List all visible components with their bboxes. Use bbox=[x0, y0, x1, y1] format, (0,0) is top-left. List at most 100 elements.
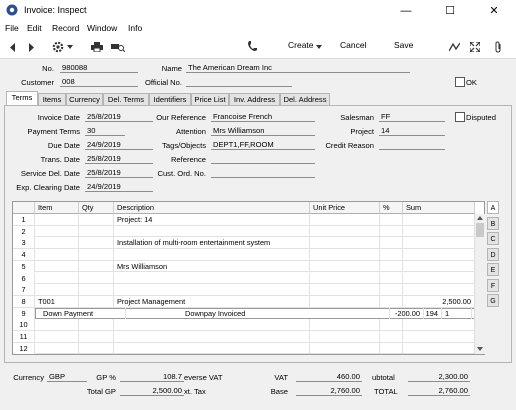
downpay-invoice-no-cell[interactable]: 194 bbox=[424, 307, 442, 319]
table-row[interactable]: 2 bbox=[13, 225, 475, 238]
table-row[interactable]: 4 bbox=[13, 249, 475, 261]
scroll-up-icon[interactable] bbox=[477, 216, 483, 220]
qty-cell[interactable] bbox=[79, 237, 114, 249]
unit-price-cell[interactable] bbox=[310, 214, 380, 225]
description-cell[interactable] bbox=[114, 272, 310, 284]
item-cell[interactable] bbox=[35, 284, 79, 296]
downpay-invoiced-cell[interactable]: Downpay Invoiced bbox=[182, 307, 390, 319]
minimize-button[interactable]: — bbox=[384, 0, 428, 22]
sum-cell[interactable] bbox=[403, 225, 475, 237]
description-cell[interactable]: Mrs Williamson bbox=[114, 260, 310, 272]
cust-ord-no-field[interactable] bbox=[211, 168, 315, 178]
down-payment-row[interactable]: Down Payment Downpay Invoiced -200.00 194 1 bbox=[35, 307, 475, 319]
tab-price-list[interactable]: Price List bbox=[191, 93, 229, 105]
unit-price-cell[interactable] bbox=[310, 249, 380, 261]
currency-field[interactable]: GBP bbox=[47, 372, 87, 382]
invoice-date-field[interactable]: 25/8/2019 bbox=[85, 112, 153, 122]
sum-cell[interactable] bbox=[403, 214, 475, 225]
qty-cell[interactable] bbox=[79, 342, 114, 354]
table-row[interactable]: 10 bbox=[13, 319, 475, 331]
qty-cell[interactable] bbox=[79, 249, 114, 261]
description-cell[interactable]: Project Management bbox=[114, 295, 310, 307]
grid-scrollbar[interactable] bbox=[474, 214, 485, 354]
menu-file[interactable]: File bbox=[5, 23, 19, 33]
scroll-down-icon[interactable] bbox=[477, 347, 483, 351]
qty-cell[interactable] bbox=[79, 214, 114, 225]
qty-column-header[interactable]: Qty bbox=[79, 202, 114, 214]
menu-window[interactable]: Window bbox=[87, 23, 117, 33]
table-row[interactable]: 11 bbox=[13, 331, 475, 343]
item-cell[interactable] bbox=[35, 342, 79, 354]
salesman-field[interactable]: FF bbox=[379, 112, 445, 122]
due-date-field[interactable]: 24/9/2019 bbox=[85, 140, 153, 150]
sum-cell[interactable] bbox=[403, 237, 475, 249]
tab-identifiers[interactable]: Identifiers bbox=[149, 93, 191, 105]
tab-items[interactable]: Items bbox=[38, 93, 66, 105]
previous-record-icon[interactable] bbox=[9, 43, 17, 52]
table-row[interactable]: 12 bbox=[13, 342, 475, 354]
description-column-header[interactable]: Description bbox=[114, 202, 310, 214]
sum-cell[interactable] bbox=[403, 284, 475, 296]
sum-column-header[interactable]: Sum bbox=[403, 202, 475, 214]
tab-terms[interactable]: Terms bbox=[6, 91, 38, 106]
qty-cell[interactable] bbox=[79, 284, 114, 296]
project-field[interactable]: 14 bbox=[379, 126, 445, 136]
item-cell[interactable]: T001 bbox=[35, 295, 79, 307]
print-preview-icon[interactable] bbox=[111, 42, 125, 52]
percent-cell[interactable] bbox=[380, 225, 403, 237]
table-row[interactable]: 3 Installation of multi-room entertainmen… bbox=[13, 237, 475, 250]
percent-cell[interactable] bbox=[380, 249, 403, 261]
description-cell[interactable]: Installation of multi-room entertainment… bbox=[114, 237, 310, 249]
official-no-field[interactable] bbox=[186, 77, 292, 87]
credit-reason-field[interactable] bbox=[379, 140, 445, 150]
item-cell[interactable] bbox=[35, 249, 79, 261]
qty-cell[interactable] bbox=[79, 225, 114, 237]
qty-cell[interactable] bbox=[79, 272, 114, 284]
create-button[interactable]: Create bbox=[288, 40, 314, 50]
disputed-checkbox[interactable] bbox=[455, 112, 465, 122]
item-cell[interactable] bbox=[35, 319, 79, 331]
unit-price-cell[interactable] bbox=[310, 295, 380, 307]
unit-price-cell[interactable] bbox=[310, 260, 380, 272]
field-tab-c[interactable]: C bbox=[487, 232, 499, 245]
maximize-button[interactable]: ☐ bbox=[428, 0, 472, 22]
percent-cell[interactable] bbox=[380, 214, 403, 225]
sum-cell[interactable] bbox=[403, 342, 475, 354]
percent-cell[interactable] bbox=[380, 295, 403, 307]
chevron-down-icon[interactable] bbox=[67, 45, 73, 49]
scroll-thumb[interactable] bbox=[476, 223, 484, 237]
qty-cell[interactable] bbox=[79, 260, 114, 272]
phone-icon[interactable] bbox=[247, 41, 257, 52]
down-payment-cell[interactable]: Down Payment bbox=[40, 307, 126, 319]
downpay-row-cell[interactable]: 1 bbox=[442, 307, 472, 319]
unit-price-column-header[interactable]: Unit Price bbox=[310, 202, 380, 214]
field-tab-b[interactable]: B bbox=[487, 216, 499, 230]
sum-cell[interactable] bbox=[403, 272, 475, 284]
exp-clearing-date-field[interactable]: 24/9/2019 bbox=[85, 182, 153, 192]
percent-cell[interactable] bbox=[380, 272, 403, 284]
field-tab-e[interactable]: E bbox=[487, 263, 499, 276]
percent-cell[interactable] bbox=[380, 237, 403, 249]
trans-date-field[interactable]: 25/8/2019 bbox=[85, 154, 153, 164]
tab-currency[interactable]: Currency bbox=[66, 93, 103, 105]
close-button[interactable]: ✕ bbox=[472, 0, 516, 22]
percent-cell[interactable] bbox=[380, 331, 403, 342]
menu-record[interactable]: Record bbox=[52, 23, 79, 33]
tab-inv-address[interactable]: Inv. Address bbox=[229, 93, 280, 105]
sum-cell[interactable] bbox=[403, 260, 475, 272]
description-cell[interactable] bbox=[114, 331, 310, 342]
unit-price-cell[interactable] bbox=[310, 237, 380, 249]
item-cell[interactable] bbox=[35, 272, 79, 284]
percent-cell[interactable] bbox=[380, 342, 403, 354]
table-row[interactable]: 6 bbox=[13, 272, 475, 285]
sum-cell[interactable] bbox=[403, 319, 475, 331]
menu-edit[interactable]: Edit bbox=[27, 23, 42, 33]
description-cell[interactable]: Project: 14 bbox=[114, 214, 310, 225]
qty-cell[interactable] bbox=[79, 295, 114, 307]
payment-terms-field[interactable]: 30 bbox=[85, 126, 125, 136]
description-cell[interactable] bbox=[114, 284, 310, 296]
table-row[interactable]: 5 Mrs Williamson bbox=[13, 260, 475, 273]
tab-del-terms[interactable]: Del. Terms bbox=[103, 93, 149, 105]
description-cell[interactable] bbox=[114, 249, 310, 261]
field-tab-g[interactable]: G bbox=[487, 294, 499, 307]
